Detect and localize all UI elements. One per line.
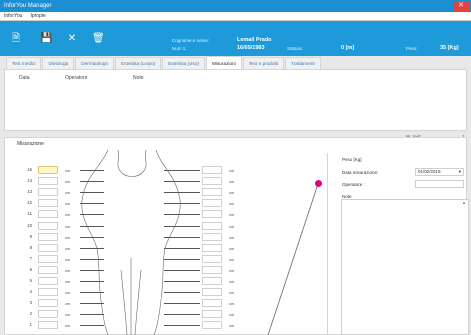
date-picker[interactable]: 01/02/2019 ▾ bbox=[415, 168, 464, 176]
date-value: 01/02/2019 bbox=[418, 169, 441, 174]
operator-label: Operatore : bbox=[342, 182, 365, 187]
pointer-marker bbox=[315, 180, 322, 187]
peso-label: Peso [Kg] bbox=[342, 157, 362, 162]
date-label: Data misurazione: bbox=[342, 170, 379, 175]
notes-textarea[interactable] bbox=[341, 199, 469, 335]
dropdown-icon[interactable]: ▾ bbox=[459, 169, 461, 175]
scroll-up-icon[interactable]: ▲ bbox=[461, 200, 467, 205]
operator-field[interactable] bbox=[415, 180, 464, 188]
